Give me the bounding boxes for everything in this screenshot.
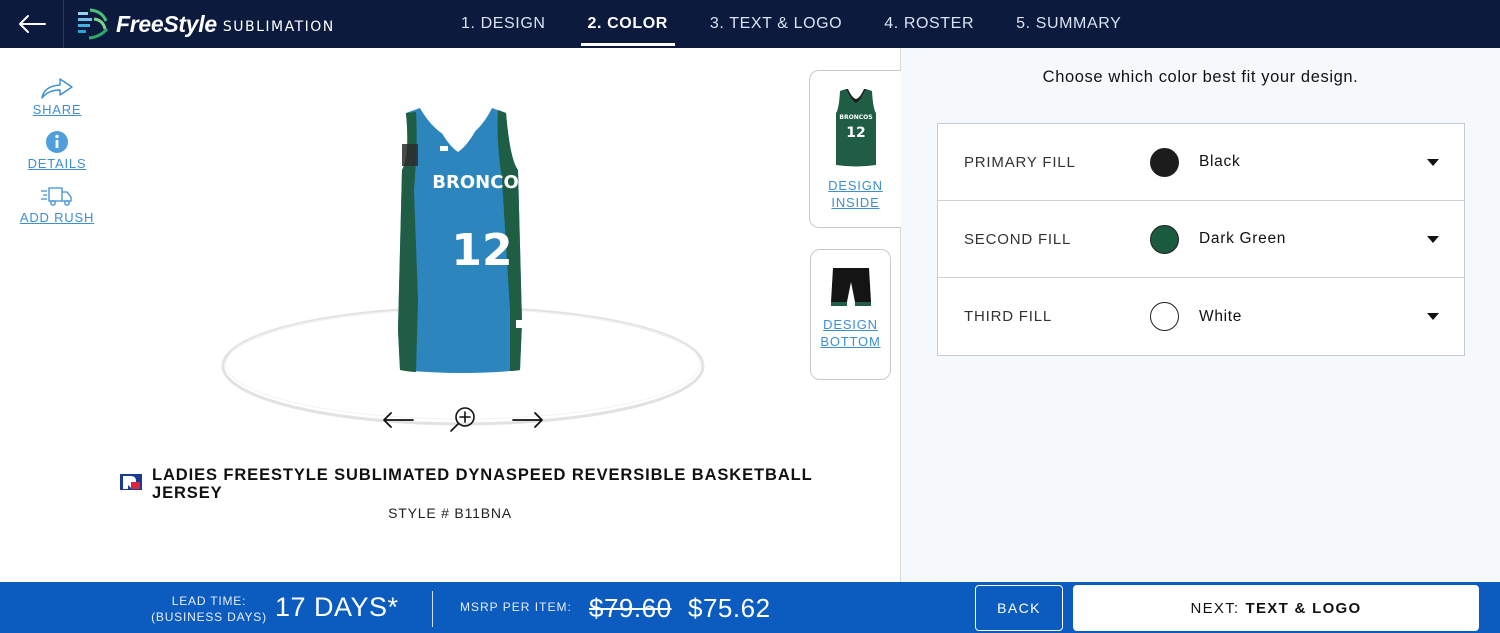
bar-divider: [432, 591, 433, 627]
arrow-left-icon: [18, 15, 46, 33]
back-button[interactable]: BACK: [975, 585, 1063, 631]
details-label: DETAILS: [27, 156, 87, 171]
caret-down-icon: [1427, 313, 1439, 320]
panel-heading: Choose which color best fit your design.: [1042, 68, 1359, 86]
logo-wordmark: FreeStyle: [116, 10, 217, 37]
svg-text:BRONCOS: BRONCOS: [839, 114, 872, 121]
product-title-row: LADIES FREESTYLE SUBLIMATED DYNASPEED RE…: [120, 466, 820, 502]
details-button[interactable]: DETAILS: [14, 130, 100, 171]
style-number: STYLE # B11BNA: [388, 505, 512, 521]
info-icon: [46, 131, 68, 153]
rotate-right-button[interactable]: [508, 402, 548, 438]
sale-price: $75.62: [688, 593, 771, 623]
lead-time-value: 17 DAYS*: [275, 592, 399, 622]
fill-value: Black: [1199, 153, 1241, 170]
share-button[interactable]: SHARE: [14, 76, 100, 117]
fill-value: White: [1199, 307, 1243, 325]
design-bottom-label: DESIGN BOTTOM: [820, 317, 881, 349]
add-rush-label: ADD RUSH: [19, 210, 95, 225]
fill-color-list: PRIMARY FILL Black SECOND FILL Dark Gree…: [937, 123, 1465, 356]
color-swatch: [1150, 147, 1179, 177]
top-navigation-bar: FreeStyle SUBLIMATION 1. DESIGN 2. COLOR…: [0, 0, 1500, 48]
design-inside-tab[interactable]: BRONCOS 12 DESIGN INSIDE: [809, 70, 901, 228]
next-label: TEXT & LOGO: [1245, 599, 1362, 617]
svg-text:12: 12: [846, 125, 865, 141]
design-bottom-tab[interactable]: DESIGN BOTTOM: [810, 249, 891, 380]
color-swatch: [1150, 224, 1179, 254]
product-tools: SHARE DETAILS ADD RUSH: [14, 76, 100, 238]
jersey-team-text: BRONCOS: [432, 172, 531, 193]
logo-subtitle: SUBLIMATION: [222, 18, 335, 35]
tab-roster[interactable]: 4. ROSTER: [863, 0, 995, 48]
jersey-inside-thumbnail: BRONCOS 12: [825, 85, 886, 171]
shorts-thumbnail: [830, 268, 871, 308]
caret-down-icon: [1427, 235, 1439, 243]
tab-design[interactable]: 1. DESIGN: [440, 0, 567, 48]
tab-text-logo[interactable]: 3. TEXT & LOGO: [689, 0, 863, 48]
fill-label: THIRD FILL: [964, 308, 1053, 325]
zoom-in-icon: [450, 407, 475, 432]
primary-fill-dropdown[interactable]: PRIMARY FILL Black: [938, 124, 1464, 201]
share-arrow-icon: [41, 78, 73, 99]
add-rush-button[interactable]: ADD RUSH: [14, 184, 100, 225]
color-selection-panel: Choose which color best fit your design.…: [901, 48, 1500, 582]
fill-label: SECOND FILL: [964, 230, 1072, 248]
arrow-left-icon: [383, 412, 414, 428]
fill-label: PRIMARY FILL: [964, 153, 1076, 171]
back-arrow-button[interactable]: [0, 0, 64, 48]
russell-brand-icon: [120, 474, 142, 490]
jersey-number: 12: [451, 225, 512, 276]
freestyle-logo-icon: [78, 8, 109, 40]
jersey-preview: BRONCOS 12: [398, 106, 532, 373]
rotate-left-button[interactable]: [378, 402, 418, 438]
tab-summary[interactable]: 5. SUMMARY: [995, 0, 1142, 48]
caret-down-icon: [1427, 158, 1439, 166]
order-summary-bar: LEAD TIME: (BUSINESS DAYS) 17 DAYS* MSRP…: [0, 582, 1500, 633]
color-swatch: [1150, 302, 1179, 331]
design-inside-label: DESIGN INSIDE: [828, 178, 883, 210]
arrow-right-icon: [512, 412, 543, 428]
next-text-logo-button[interactable]: NEXT: TEXT & LOGO: [1073, 585, 1479, 631]
viewer-controls: [378, 402, 548, 438]
second-fill-dropdown[interactable]: SECOND FILL Dark Green: [938, 201, 1464, 278]
zoom-button[interactable]: [443, 402, 483, 438]
msrp-label: MSRP PER ITEM:: [460, 600, 572, 614]
original-price: $79.60: [589, 593, 672, 623]
freestyle-logo[interactable]: FreeStyle SUBLIMATION: [76, 6, 335, 42]
delivery-truck-icon: [41, 187, 72, 206]
share-label: SHARE: [32, 102, 82, 117]
tab-color[interactable]: 2. COLOR: [567, 0, 689, 48]
step-tabs: 1. DESIGN 2. COLOR 3. TEXT & LOGO 4. ROS…: [440, 0, 1142, 48]
product-title: LADIES FREESTYLE SUBLIMATED DYNASPEED RE…: [152, 466, 813, 502]
fill-value: Dark Green: [1199, 230, 1287, 247]
product-viewer[interactable]: BRONCOS 12: [220, 100, 710, 440]
lead-time-label: LEAD TIME: (BUSINESS DAYS): [151, 594, 267, 624]
next-prefix: NEXT:: [1190, 599, 1240, 617]
third-fill-dropdown[interactable]: THIRD FILL White: [938, 278, 1464, 355]
